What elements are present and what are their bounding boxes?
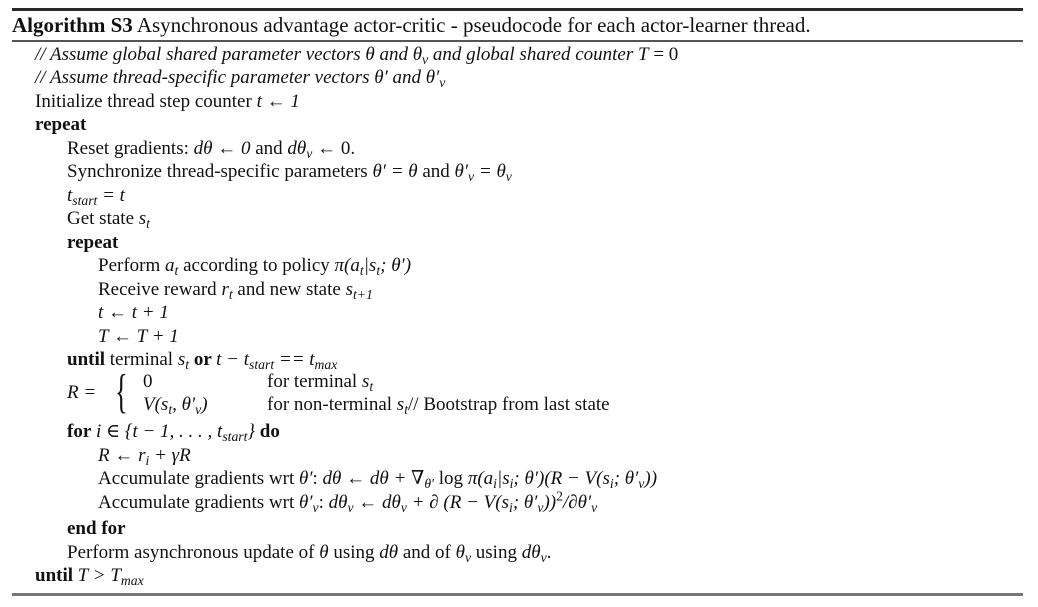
case-nonterminal-condition: for non-terminal st// Bootstrap from las… (267, 394, 610, 417)
left-brace: { (115, 365, 128, 418)
reset-gradients: Reset gradients: dθ ← 0 and dθv ← 0. (67, 138, 356, 161)
until-inner: until terminal st or t − tstart == tmax (67, 349, 338, 372)
algorithm-caption: Algorithm S3 Asynchronous advantage acto… (12, 11, 811, 39)
increment-T: T ← T + 1 (98, 326, 179, 347)
return-lhs: R = (67, 382, 97, 403)
repeat-outer-keyword: repeat (35, 114, 87, 135)
perform-action: Perform at according to policy π(at|st; … (98, 255, 412, 278)
synchronize-params: Synchronize thread-specific parameters θ… (67, 161, 512, 184)
case-terminal-value: 0 (143, 371, 153, 392)
bottom-rule (12, 593, 1023, 596)
algorithm-label: Algorithm S3 (12, 13, 133, 37)
tstart-assign: tstart = t (67, 185, 125, 208)
for-loop-header: for i ∈ {t − 1, . . . , tstart} do (67, 421, 280, 444)
caption-rule (12, 40, 1023, 42)
accumulate-value-gradients: Accumulate gradients wrt θ′v: dθv ← dθv … (98, 488, 598, 515)
case-terminal-condition: for terminal st (267, 371, 374, 394)
until-outer: until T > Tmax (35, 565, 144, 588)
return-update: R ← ri + γR (98, 445, 191, 468)
case-nonterminal-value: V(st, θ′v) (143, 394, 208, 417)
increment-t: t ← t + 1 (98, 302, 169, 323)
get-state: Get state st (67, 208, 150, 231)
algorithm-title: Asynchronous advantage actor-critic - ps… (136, 13, 811, 37)
async-update: Perform asynchronous update of θ using d… (67, 542, 552, 565)
receive-reward: Receive reward rt and new state st+1 (98, 279, 373, 302)
comment-thread-params: // Assume thread-specific parameter vect… (35, 67, 446, 90)
init-step-counter: Initialize thread step counter t ← 1 (35, 91, 300, 112)
repeat-inner-keyword: repeat (67, 232, 119, 253)
accumulate-policy-gradients: Accumulate gradients wrt θ′: dθ ← dθ + ∇… (98, 468, 658, 491)
end-for-keyword: end for (67, 518, 126, 539)
comment-global-params: // Assume global shared parameter vector… (35, 44, 679, 67)
